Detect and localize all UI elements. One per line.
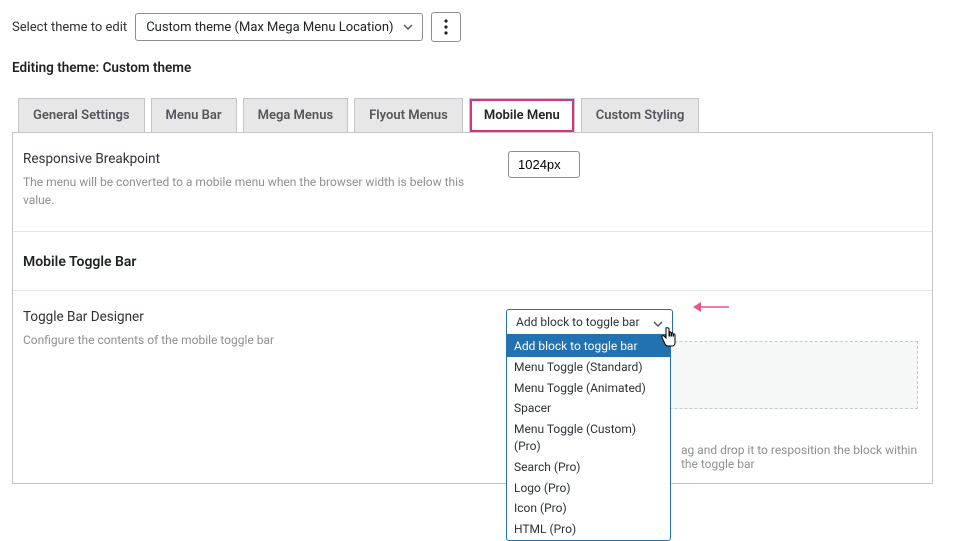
chevron-down-icon: [402, 21, 414, 33]
breakpoint-row: Responsive Breakpoint The menu will be c…: [13, 133, 932, 232]
drop-hint-text: ag and drop it to resposition the block …: [681, 443, 918, 471]
dropdown-option[interactable]: Icon (Pro): [507, 498, 670, 519]
mobile-toggle-section: Mobile Toggle Bar: [13, 232, 932, 291]
cursor-pointer-icon: [660, 326, 678, 348]
breakpoint-title: Responsive Breakpoint: [23, 151, 478, 167]
designer-title: Toggle Bar Designer: [23, 309, 500, 325]
dropdown-option[interactable]: Add block to toggle bar: [507, 336, 670, 357]
add-block-select[interactable]: Add block to toggle bar: [506, 309, 673, 335]
arrow-annotation-icon: [691, 297, 731, 317]
add-block-select-value: Add block to toggle bar: [516, 315, 640, 329]
dropdown-option[interactable]: Menu Toggle (Custom) (Pro): [507, 419, 670, 457]
tab-flyout-menus[interactable]: Flyout Menus: [354, 98, 463, 133]
dropdown-option[interactable]: Menu Toggle (Standard): [507, 357, 670, 378]
tab-menu-bar[interactable]: Menu Bar: [151, 98, 237, 133]
tab-custom-styling[interactable]: Custom Styling: [581, 98, 700, 133]
add-block-dropdown: Add block to toggle bar Menu Toggle (Sta…: [506, 335, 671, 541]
dropdown-option[interactable]: Logo (Pro): [507, 478, 670, 499]
tab-mega-menus[interactable]: Mega Menus: [243, 98, 349, 133]
kebab-icon: [444, 19, 448, 35]
tab-general-settings[interactable]: General Settings: [18, 98, 145, 133]
tabs: General Settings Menu Bar Mega Menus Fly…: [12, 98, 933, 133]
dropdown-option[interactable]: Spacer: [507, 398, 670, 419]
mobile-toggle-section-title: Mobile Toggle Bar: [23, 254, 922, 270]
editing-prefix: Editing theme:: [12, 60, 103, 76]
dropdown-option[interactable]: Menu Toggle (Animated): [507, 378, 670, 399]
tab-mobile-menu[interactable]: Mobile Menu: [469, 98, 575, 133]
kebab-menu-button[interactable]: [431, 12, 461, 42]
dropdown-option[interactable]: Search (Pro): [507, 457, 670, 478]
breakpoint-input[interactable]: [508, 151, 580, 178]
designer-desc: Configure the contents of the mobile tog…: [23, 331, 500, 349]
select-theme-label: Select theme to edit: [12, 20, 127, 35]
settings-panel: Responsive Breakpoint The menu will be c…: [12, 132, 933, 484]
breakpoint-desc: The menu will be converted to a mobile m…: [23, 173, 478, 209]
theme-select[interactable]: Custom theme (Max Mega Menu Location): [135, 13, 422, 41]
theme-select-value: Custom theme (Max Mega Menu Location): [146, 20, 393, 35]
designer-row: Toggle Bar Designer Configure the conten…: [13, 291, 932, 483]
editing-theme-name: Custom theme: [103, 60, 192, 76]
